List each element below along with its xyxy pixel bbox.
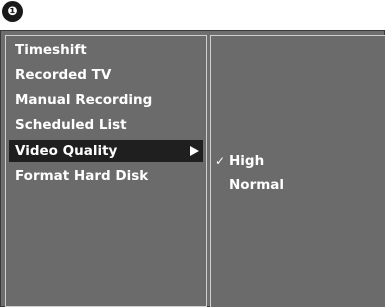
menu-item-label: Timeshift: [15, 42, 87, 58]
menu-item-label: Format Hard Disk: [15, 168, 149, 184]
menu-item-label: Scheduled List: [15, 117, 127, 133]
menu-item-label: Video Quality: [15, 143, 118, 159]
submenu-option-high[interactable]: ✓ High: [215, 150, 264, 172]
menu-item-label: Manual Recording: [15, 92, 153, 108]
menu-item-timeshift[interactable]: Timeshift: [9, 39, 203, 61]
menu-item-recorded-tv[interactable]: Recorded TV: [9, 64, 203, 86]
menu-item-scheduled-list[interactable]: Scheduled List: [9, 114, 203, 136]
main-menu-panel: Timeshift Recorded TV Manual Recording S…: [5, 35, 207, 307]
menu-item-label: Recorded TV: [15, 67, 112, 83]
submenu-option-label: Normal: [229, 177, 285, 193]
checkmark-icon: ✓: [215, 154, 226, 168]
step-number-badge: ❶: [2, 1, 23, 22]
submenu-option-normal[interactable]: Normal: [215, 174, 284, 196]
submenu-arrow-icon: [190, 146, 199, 156]
menu-item-video-quality[interactable]: Video Quality: [9, 140, 203, 162]
submenu-option-label: High: [229, 153, 265, 169]
menu-item-format-hard-disk[interactable]: Format Hard Disk: [9, 165, 203, 187]
video-quality-submenu-panel: ✓ High Normal: [210, 35, 385, 307]
menu-item-manual-recording[interactable]: Manual Recording: [9, 89, 203, 111]
